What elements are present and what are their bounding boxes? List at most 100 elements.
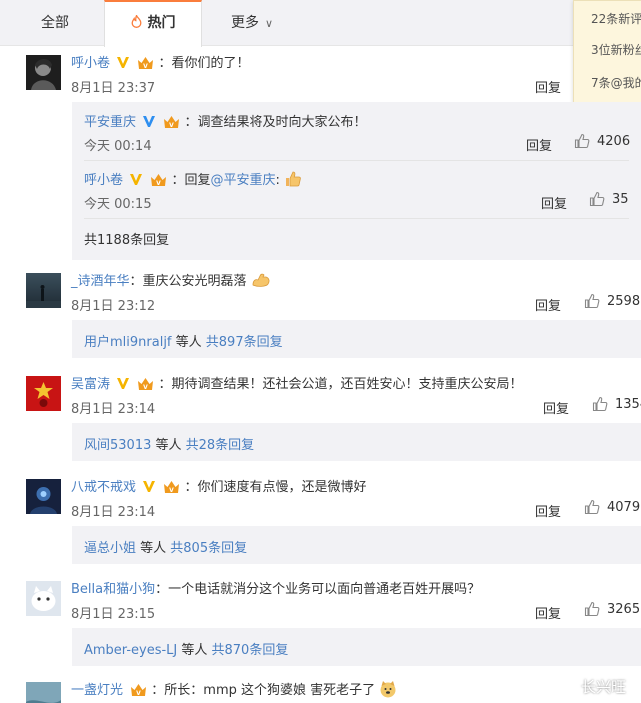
tab-hot[interactable]: 热门 — [104, 0, 202, 47]
svg-text:V: V — [156, 180, 161, 187]
like-count: 1354 — [615, 397, 641, 412]
sub-replies-box: 风间53013 等人 共28条回复 — [72, 423, 641, 461]
like-count: 40790 — [607, 500, 641, 515]
gold-v-badge-icon — [117, 378, 130, 389]
avatar[interactable] — [26, 682, 61, 703]
thumbs-up-icon — [589, 191, 605, 207]
comment-text: ：重庆公安光明磊落 — [129, 274, 247, 289]
more-replies-link[interactable]: 共805条回复 — [170, 541, 247, 556]
thumbs-up-emoji-icon — [286, 171, 301, 187]
svg-text:V: V — [136, 690, 141, 697]
comment-time: 8月1日 23:37 — [71, 81, 156, 96]
reply-button[interactable]: 回复 — [535, 501, 561, 520]
like-button[interactable]: 32653 — [584, 601, 641, 617]
thumbs-up-icon — [584, 601, 600, 617]
others-label: 等人 — [171, 335, 206, 350]
comment-text: ：你们速度有点慢，还是微博好 — [184, 480, 367, 495]
reply-button[interactable]: 回复 — [526, 135, 552, 154]
vip-crown-badge-icon: V — [164, 481, 180, 494]
svg-text:V: V — [169, 487, 174, 494]
reply-button[interactable]: 回复 — [543, 398, 569, 417]
more-replies-link[interactable]: 共897条回复 — [206, 335, 283, 350]
comment-username[interactable]: 八戒不戒戏 — [71, 480, 136, 495]
thumbs-up-icon — [584, 499, 600, 515]
thumbs-up-icon — [574, 133, 590, 149]
reply-user-link[interactable]: Amber-eyes-LJ — [84, 643, 177, 658]
more-replies-link[interactable]: 共870条回复 — [212, 643, 289, 658]
reply-user-link[interactable]: 用户mli9nraljf — [84, 335, 172, 350]
svg-text:V: V — [143, 63, 148, 70]
reply-button[interactable]: 回复 — [541, 193, 567, 212]
avatar[interactable] — [26, 55, 61, 90]
svg-text:V: V — [169, 122, 174, 129]
comment-text: ：看你们的了！ — [158, 56, 250, 71]
avatar[interactable] — [26, 479, 61, 514]
like-count: 32653 — [607, 602, 641, 617]
gold-v-badge-icon — [143, 481, 156, 492]
doge-emoji-icon — [380, 681, 396, 698]
like-button[interactable]: 25987 — [584, 293, 641, 309]
comment-text: ：一个电话就消分这个业务可以面向普通老百姓开展吗？ — [155, 582, 481, 597]
reply-time: 今天 00:15 — [84, 197, 152, 212]
vip-crown-badge-icon: V — [138, 378, 154, 391]
comment-time: 8月1日 23:12 — [71, 299, 156, 314]
reply-text-suffix: : — [275, 173, 280, 188]
sub-replies-box: 用户mli9nraljf 等人 共897条回复 — [72, 320, 641, 358]
comment-username[interactable]: 吴富涛 — [71, 377, 110, 392]
comment-username[interactable]: _诗酒年华 — [71, 274, 130, 289]
comment-item: 一盏灯光 V ：所长：mmp 这个狗婆娘 害死老子了 — [0, 677, 641, 703]
sub-replies-box: 平安重庆 V ：调查结果将及时向大家公布！ 今天 00:14 回复 4206 呼… — [72, 102, 641, 260]
comment-username[interactable]: Bella和猫小狗 — [71, 582, 155, 597]
like-count: 25987 — [607, 294, 641, 309]
mention-link[interactable]: @平安重庆 — [210, 173, 275, 188]
comment-time: 8月1日 23:14 — [71, 505, 156, 520]
reply-user-link[interactable]: 风间53013 — [84, 438, 151, 453]
avatar[interactable] — [26, 376, 61, 411]
divider — [84, 160, 629, 161]
strong-arm-emoji-icon — [252, 273, 270, 287]
reply-text: ：调查结果将及时向大家公布！ — [184, 115, 367, 130]
like-button[interactable]: 4206 — [574, 133, 630, 149]
blue-v-badge-icon — [143, 116, 156, 127]
vip-crown-badge-icon: V — [164, 116, 180, 129]
comment-time: 8月1日 23:14 — [71, 402, 156, 417]
reply-user-link[interactable]: 逼总小姐 — [84, 541, 136, 556]
reply-button[interactable]: 回复 — [535, 603, 561, 622]
like-button[interactable]: 35 — [589, 191, 629, 207]
like-count: 35 — [612, 192, 629, 207]
reply-button[interactable]: 回复 — [535, 77, 561, 96]
vip-crown-badge-icon: V — [138, 57, 154, 70]
thumbs-up-icon — [592, 396, 608, 412]
vip-crown-badge-icon: V — [151, 174, 167, 187]
reply-username[interactable]: 呼小卷 — [84, 173, 123, 188]
tab-hot-label: 热门 — [147, 15, 176, 31]
watermark-text: 长兴旺 — [581, 678, 627, 696]
comment-time: 8月1日 23:15 — [71, 607, 156, 622]
fire-icon — [131, 15, 141, 28]
comment-username[interactable]: 呼小卷 — [71, 56, 110, 71]
gold-v-badge-icon — [117, 57, 130, 68]
sub-replies-box: Amber-eyes-LJ 等人 共870条回复 — [72, 628, 641, 666]
gold-v-badge-icon — [130, 174, 143, 185]
tab-more[interactable]: 更多 ∨ — [212, 0, 292, 46]
like-button[interactable]: 1354 — [592, 396, 641, 412]
svg-text:V: V — [143, 384, 148, 391]
comment-item: _诗酒年华：重庆公安光明磊落 8月1日 23:12 回复 25987 用户mli… — [0, 268, 641, 360]
comment-item: 呼小卷 V ：看你们的了！ 8月1日 23:37 回复 平安重庆 V ：调查结果… — [0, 50, 641, 260]
comment-item: 吴富涛 V ：期待调查结果！还社会公道，还百姓安心！支持重庆公安局！ 8月1日 … — [0, 371, 641, 463]
reply-button[interactable]: 回复 — [535, 295, 561, 314]
sub-replies-box: 逼总小姐 等人 共805条回复 — [72, 526, 641, 564]
reply-time: 今天 00:14 — [84, 139, 152, 154]
like-button[interactable]: 40790 — [584, 499, 641, 515]
avatar[interactable] — [26, 273, 61, 308]
more-replies-link[interactable]: 共1188条回复 — [84, 229, 169, 248]
tab-all[interactable]: 全部 — [8, 0, 102, 46]
reply-username[interactable]: 平安重庆 — [84, 115, 136, 130]
avatar[interactable] — [26, 581, 61, 616]
tab-more-label: 更多 — [230, 15, 259, 31]
comment-username[interactable]: 一盏灯光 — [71, 683, 123, 698]
comment-text: ：所长：mmp 这个狗婆娘 害死老子了 — [151, 683, 376, 698]
others-label: 等人 — [136, 541, 171, 556]
notice-new-comments[interactable]: 22条新评 — [591, 10, 641, 27]
more-replies-link[interactable]: 共28条回复 — [186, 438, 255, 453]
